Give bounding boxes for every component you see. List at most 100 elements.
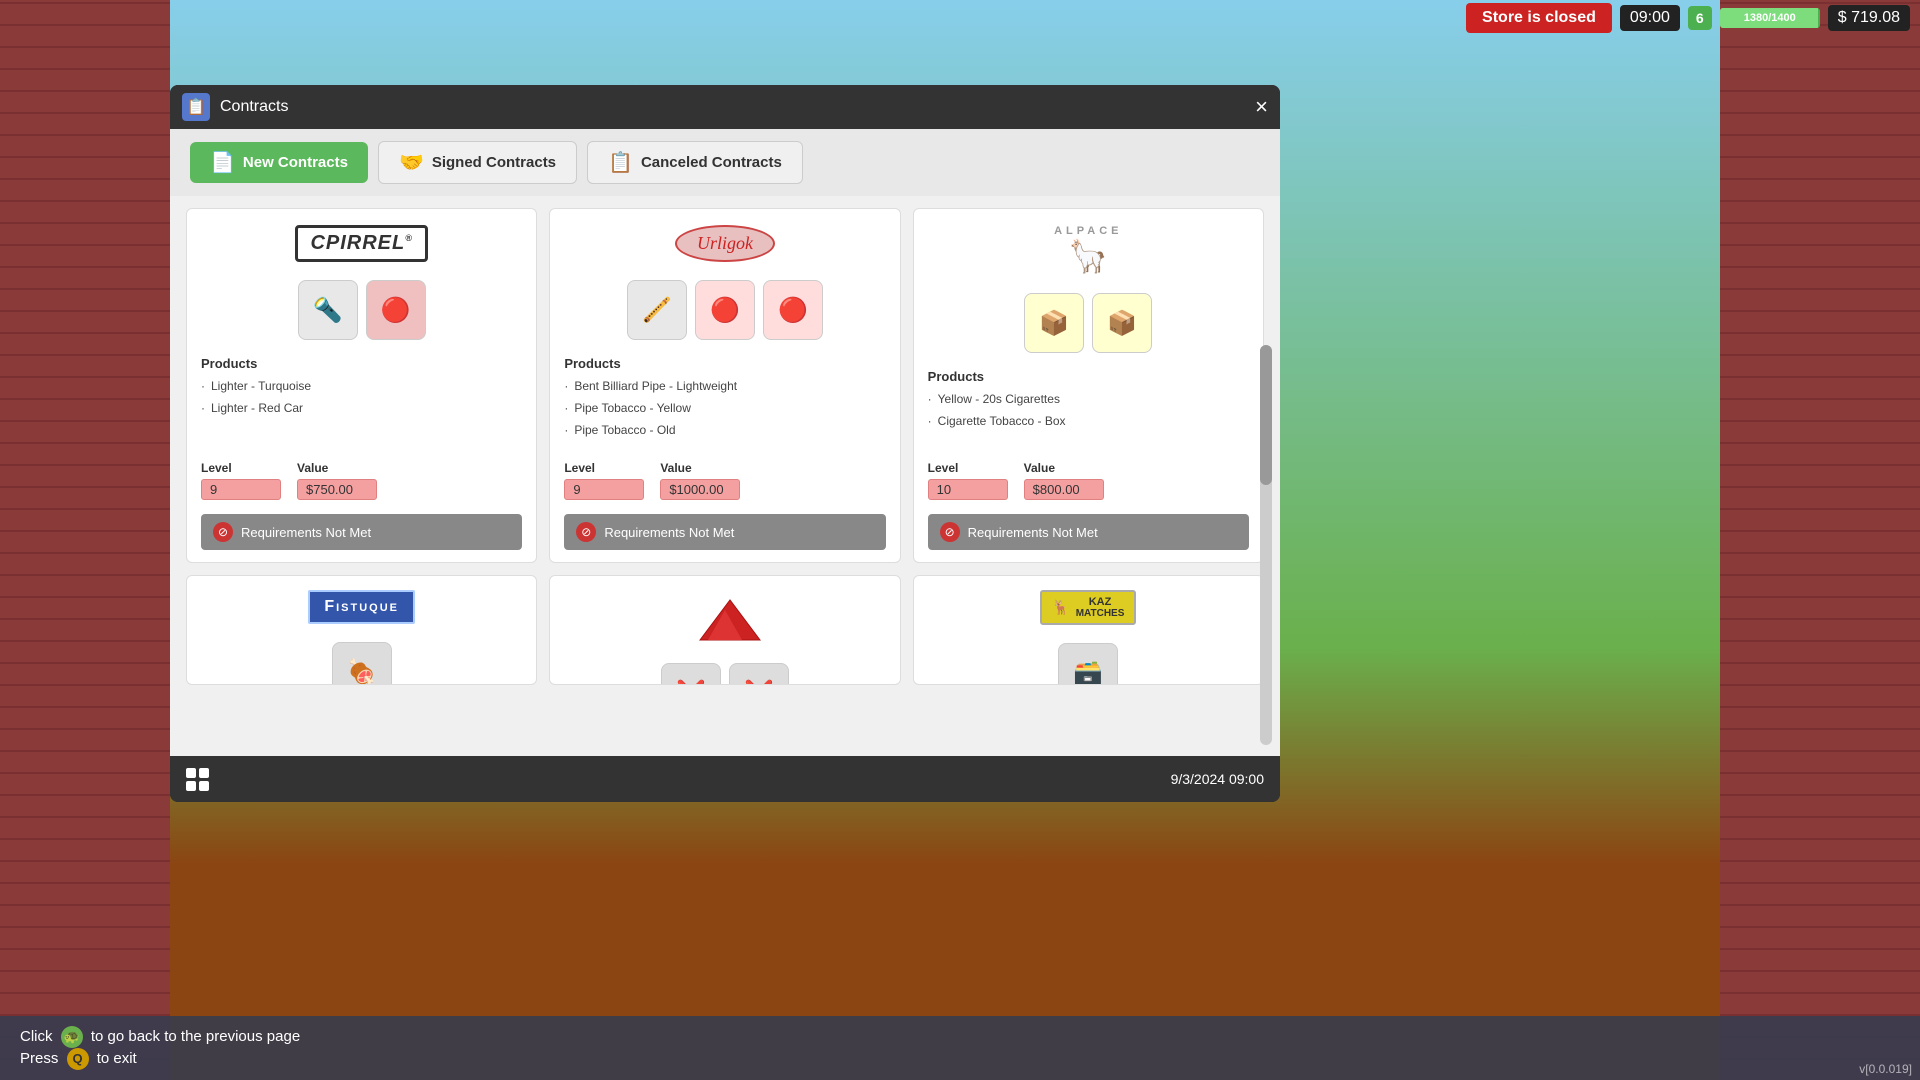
- hud-xp-bar: 1380/1400: [1720, 8, 1820, 28]
- level-label-3: Level: [928, 461, 1008, 475]
- brand-logo-gizhek: GIZHEK: [564, 590, 885, 645]
- grid-dot-1: [186, 768, 196, 778]
- card-stats-3: Level 10 Value $800.00: [928, 461, 1249, 500]
- tab-canceled-contracts[interactable]: 📋 Canceled Contracts: [587, 141, 803, 184]
- brand-name-cpirrel: CPIRREL: [295, 225, 427, 262]
- contract-card-cpirrel: CPIRREL 🔦 🔴 Products Lighter - Turquoise…: [186, 208, 537, 563]
- brand-logo-urligok: Urligok: [564, 225, 885, 262]
- product-thumb-1: 🔦: [298, 280, 358, 340]
- req-icon-3: ⊘: [940, 522, 960, 542]
- level-label-1: Level: [201, 461, 281, 475]
- products-label-2: Products: [564, 356, 885, 371]
- store-status-badge: Store is closed: [1466, 3, 1612, 33]
- product-thumb-u2: 🔴: [695, 280, 755, 340]
- req-icon-1: ⊘: [213, 522, 233, 542]
- hud-bar: Store is closed 09:00 6 1380/1400 $ 719.…: [1456, 0, 1920, 36]
- signed-contracts-icon: 🤝: [399, 150, 424, 175]
- stat-value-1: Value $750.00: [297, 461, 377, 500]
- req-label-1: Requirements Not Met: [241, 525, 371, 540]
- tab-new-contracts[interactable]: 📄 New Contracts: [190, 142, 368, 183]
- contract-card-fistuque: Fistuque 🍖: [186, 575, 537, 685]
- gizhek-svg: GIZHEK: [660, 590, 790, 645]
- card-stats-2: Level 9 Value $1000.00: [564, 461, 885, 500]
- level-value-3: 10: [928, 479, 1008, 500]
- contracts-icon: 📋: [182, 93, 210, 121]
- svg-text:GIZHEK: GIZHEK: [691, 642, 759, 645]
- card-stats-1: Level 9 Value $750.00: [201, 461, 522, 500]
- req-not-met-button-2[interactable]: ⊘ Requirements Not Met: [564, 514, 885, 550]
- modal-close-button[interactable]: ×: [1255, 96, 1268, 118]
- brand-logo-cpirrel: CPIRREL: [201, 225, 522, 262]
- level-value-1: 9: [201, 479, 281, 500]
- product-item-2-1: Bent Billiard Pipe - Lightweight: [564, 379, 885, 393]
- brand-logo-fistuque: Fistuque: [201, 590, 522, 624]
- brand-name-fistuque: Fistuque: [308, 590, 415, 624]
- product-item-1-1: Lighter - Turquoise: [201, 379, 522, 393]
- contracts-content: CPIRREL 🔦 🔴 Products Lighter - Turquoise…: [170, 196, 1280, 756]
- value-label-1: Value: [297, 461, 377, 475]
- brand-logo-kaz: 🦌 KAZ MATCHES: [928, 590, 1249, 625]
- contracts-grid: CPIRREL 🔦 🔴 Products Lighter - Turquoise…: [186, 208, 1264, 685]
- hud-level: 6: [1688, 6, 1712, 30]
- req-label-2: Requirements Not Met: [604, 525, 734, 540]
- hud-xp-label: 1380/1400: [1720, 8, 1820, 28]
- req-icon-2: ⊘: [576, 522, 596, 542]
- tab-signed-contracts[interactable]: 🤝 Signed Contracts: [378, 141, 577, 184]
- product-images-alpaca: 📦 📦: [928, 293, 1249, 353]
- tab-canceled-contracts-label: Canceled Contracts: [641, 154, 782, 171]
- grid-dot-2: [199, 768, 209, 778]
- product-item-2-3: Pipe Tobacco - Old: [564, 423, 885, 437]
- value-value-1: $750.00: [297, 479, 377, 500]
- brick-wall-left: [0, 0, 170, 1080]
- product-thumb-f1: 🍖: [332, 642, 392, 685]
- footer-datetime: 9/3/2024 09:00: [1171, 771, 1264, 787]
- grid-dot-3: [186, 781, 196, 791]
- back-hint-icon: 🐢: [61, 1026, 83, 1048]
- modal-footer: 9/3/2024 09:00: [170, 756, 1280, 802]
- value-label-2: Value: [660, 461, 740, 475]
- product-item-3-1: Yellow - 20s Cigarettes: [928, 392, 1249, 406]
- alpaca-text: ΑLΡΑCΕ 🦙: [1054, 225, 1122, 275]
- value-value-3: $800.00: [1024, 479, 1104, 500]
- contract-card-urligok: Urligok 🪈 🔴 🔴 Products Bent Billiard Pip…: [549, 208, 900, 563]
- products-label-1: Products: [201, 356, 522, 371]
- brand-name-urligok: Urligok: [675, 225, 775, 262]
- tab-signed-contracts-label: Signed Contracts: [432, 154, 556, 171]
- product-thumb-a1: 📦: [1024, 293, 1084, 353]
- exit-key: Q: [67, 1048, 89, 1070]
- req-label-3: Requirements Not Met: [968, 525, 1098, 540]
- product-images-gizhek: ❌ ❌: [564, 663, 885, 685]
- products-label-3: Products: [928, 369, 1249, 384]
- tab-bar: 📄 New Contracts 🤝 Signed Contracts 📋 Can…: [170, 129, 1280, 196]
- product-item-2-2: Pipe Tobacco - Yellow: [564, 401, 885, 415]
- contract-card-kaz: 🦌 KAZ MATCHES 🗃️: [913, 575, 1264, 685]
- level-label-2: Level: [564, 461, 644, 475]
- product-images-kaz: 🗃️: [928, 643, 1249, 685]
- product-thumb-g1: ❌: [661, 663, 721, 685]
- product-thumb-u1: 🪈: [627, 280, 687, 340]
- value-label-3: Value: [1024, 461, 1104, 475]
- back-hint-text: to go back to the previous page: [91, 1028, 300, 1045]
- product-images-fistuque: 🍖: [201, 642, 522, 685]
- stat-level-1: Level 9: [201, 461, 281, 500]
- stat-level-3: Level 10: [928, 461, 1008, 500]
- level-value-2: 9: [564, 479, 644, 500]
- version-label: v[0.0.019]: [1859, 1062, 1912, 1076]
- product-thumb-a2: 📦: [1092, 293, 1152, 353]
- value-value-2: $1000.00: [660, 479, 740, 500]
- brick-wall-right: [1720, 0, 1920, 1080]
- canceled-contracts-icon: 📋: [608, 150, 633, 175]
- grid-icon: [186, 768, 209, 791]
- modal-titlebar: 📋 Contracts ×: [170, 85, 1280, 129]
- req-not-met-button-3[interactable]: ⊘ Requirements Not Met: [928, 514, 1249, 550]
- stat-value-3: Value $800.00: [1024, 461, 1104, 500]
- req-not-met-button-1[interactable]: ⊘ Requirements Not Met: [201, 514, 522, 550]
- product-thumb-2: 🔴: [366, 280, 426, 340]
- product-thumb-k1: 🗃️: [1058, 643, 1118, 685]
- contracts-modal: 📋 Contracts × 📄 New Contracts 🤝 Signed C…: [170, 85, 1280, 802]
- product-images-urligok: 🪈 🔴 🔴: [564, 280, 885, 340]
- brand-name-alpaca: ΑLΡΑCΕ 🦙: [1054, 225, 1122, 275]
- new-contracts-icon: 📄: [210, 150, 235, 175]
- product-item-1-2: Lighter - Red Car: [201, 401, 522, 415]
- exit-hint-press: Press: [20, 1050, 58, 1067]
